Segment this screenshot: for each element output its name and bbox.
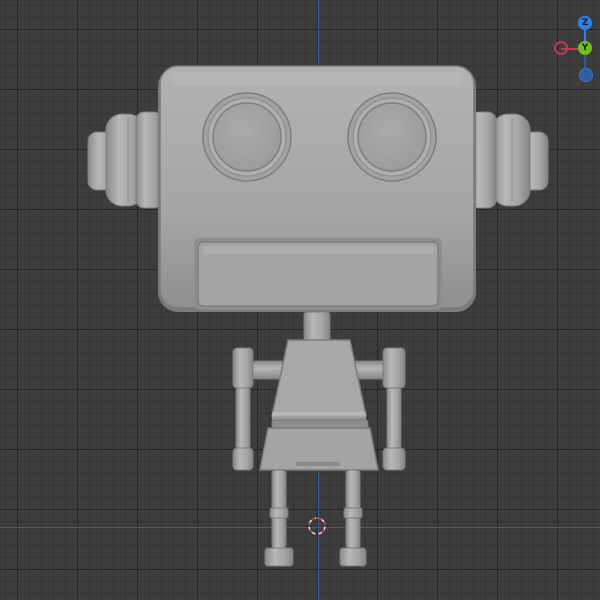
gizmo-neg-x-axis[interactable] bbox=[554, 41, 568, 55]
robot-model[interactable] bbox=[0, 0, 600, 600]
gizmo-y-axis[interactable]: Y bbox=[578, 41, 592, 55]
robot-neck[interactable] bbox=[303, 311, 331, 343]
3d-cursor-icon[interactable] bbox=[305, 514, 329, 538]
left-eye bbox=[202, 92, 292, 182]
gizmo-z-axis[interactable]: Z bbox=[578, 16, 592, 30]
robot-head[interactable] bbox=[158, 65, 476, 312]
gizmo-neg-z-axis[interactable] bbox=[579, 68, 593, 82]
navigation-gizmo[interactable]: Z Y bbox=[548, 12, 600, 86]
right-leg[interactable] bbox=[339, 469, 367, 567]
right-arm[interactable] bbox=[382, 347, 406, 471]
left-leg[interactable] bbox=[264, 469, 294, 567]
left-arm[interactable] bbox=[232, 347, 254, 471]
mouth-panel bbox=[194, 238, 442, 310]
3d-viewport[interactable]: Z Y bbox=[0, 0, 600, 600]
right-eye bbox=[347, 92, 437, 182]
robot-torso[interactable] bbox=[259, 339, 379, 471]
left-ear[interactable] bbox=[87, 111, 163, 209]
right-ear[interactable] bbox=[469, 111, 549, 209]
